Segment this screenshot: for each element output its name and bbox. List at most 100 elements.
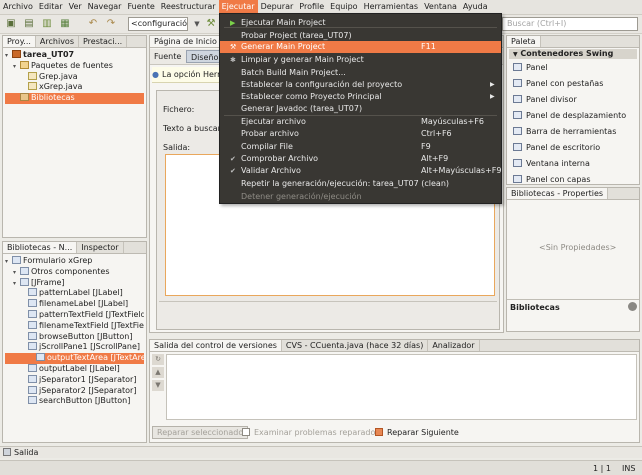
- repair-selected-button[interactable]: Reparar seleccionado: [152, 426, 249, 439]
- design-tab[interactable]: Diseño: [186, 50, 224, 63]
- run-menu-item[interactable]: Repetir la generación/ejecución: tarea_U…: [220, 178, 501, 190]
- palette-item[interactable]: Panel de desplazamiento: [513, 109, 626, 123]
- examine-checkbox[interactable]: Examinar problemas reparados: [242, 428, 380, 437]
- run-menu-item[interactable]: Compilar File F9: [220, 141, 501, 153]
- menu-reestructurar[interactable]: Reestructurar: [158, 0, 219, 14]
- refresh-icon[interactable]: ↻: [152, 354, 164, 365]
- tab-2[interactable]: Analizador: [428, 340, 480, 351]
- combo-arrow-icon[interactable]: ▼: [190, 17, 204, 31]
- tab-1[interactable]: Inspector: [77, 242, 124, 253]
- tab-0[interactable]: Salida del control de versiones: [150, 340, 282, 351]
- run-menu-item[interactable]: Probar archivo Ctrl+F6: [220, 128, 501, 140]
- tab-1[interactable]: Archivos: [36, 36, 79, 47]
- help-icon[interactable]: [628, 302, 637, 311]
- menu-archivo[interactable]: Archivo: [0, 0, 36, 14]
- tree-node[interactable]: patternLabel [JLabel]: [5, 288, 144, 299]
- expand-toggle-icon[interactable]: ▾: [13, 268, 20, 278]
- tree-node[interactable]: jSeparator1 [JSeparator]: [5, 374, 144, 386]
- tree-node[interactable]: filenameLabel [JLabel]: [5, 299, 144, 310]
- tree-node-label: xGrep.java: [39, 82, 83, 92]
- tree-node[interactable]: Grep.java: [5, 71, 144, 83]
- run-menu-item[interactable]: Establecer la configuración del proyecto…: [220, 79, 501, 91]
- menu-profile[interactable]: Profile: [296, 0, 327, 14]
- menu-equipo[interactable]: Equipo: [327, 0, 360, 14]
- tab-2[interactable]: Prestaci...: [79, 36, 128, 47]
- expand-toggle-icon[interactable]: ▾: [5, 51, 12, 61]
- tab-properties[interactable]: Bibliotecas - Properties: [507, 188, 609, 199]
- properties-footer-title: Bibliotecas: [510, 303, 560, 312]
- run-menu-item[interactable]: Generar Javadoc (tarea_UT07): [220, 103, 501, 115]
- tab-1[interactable]: CVS - CCuenta.java (hace 32 días): [282, 340, 429, 351]
- tree-node[interactable]: Bibliotecas: [5, 93, 144, 104]
- tab-0[interactable]: Bibliotecas - N...: [3, 242, 78, 253]
- cursor-position: 1 | 1: [593, 464, 611, 473]
- up-icon[interactable]: ▲: [152, 367, 164, 378]
- menu-herramientas[interactable]: Herramientas: [361, 0, 422, 14]
- palette-item-label: Ventana interna: [526, 159, 590, 168]
- expand-toggle-icon[interactable]: ▾: [5, 257, 12, 267]
- palette-group[interactable]: ▼ Contenedores Swing: [509, 49, 637, 59]
- palette-item[interactable]: Panel con capas: [513, 173, 590, 187]
- repair-next-checkbox[interactable]: Reparar Siguiente: [375, 428, 459, 437]
- configuration-combo[interactable]: <configuració...: [128, 17, 188, 31]
- menu-editar[interactable]: Editar: [36, 0, 66, 14]
- run-menu-item[interactable]: ✔ Comprobar Archivo Alt+F9: [220, 153, 501, 165]
- tab-palette[interactable]: Paleta: [507, 36, 541, 47]
- tree-node[interactable]: ▾ [JFrame]: [5, 277, 144, 289]
- tree-node[interactable]: searchButton [JButton]: [5, 396, 144, 407]
- tree-node[interactable]: filenameTextField [JTextField]: [5, 320, 144, 332]
- run-menu-item[interactable]: ⚒ Generar Main Project F11: [220, 41, 501, 53]
- tree-node[interactable]: patternTextField [JTextField]: [5, 309, 144, 321]
- run-menu-item[interactable]: Batch Build Main Project...: [220, 67, 501, 79]
- tree-node[interactable]: ▾ Paquetes de fuentes: [5, 60, 144, 72]
- tree-node[interactable]: xGrep.java: [5, 82, 144, 93]
- save-all-icon[interactable]: ▦: [58, 17, 72, 31]
- tree-node[interactable]: outputLabel [JLabel]: [5, 363, 144, 375]
- tree-node[interactable]: jScrollPane1 [JScrollPane]: [5, 342, 144, 353]
- tree-node[interactable]: jSeparator2 [JSeparator]: [5, 385, 144, 397]
- tree-node[interactable]: ▾ Formulario xGrep: [5, 256, 144, 267]
- down-icon[interactable]: ▼: [152, 380, 164, 391]
- menu-depurar[interactable]: Depurar: [258, 0, 297, 14]
- run-menu-item[interactable]: Establecer como Proyecto Principal ▶: [220, 91, 501, 103]
- tree-node[interactable]: browseButton [JButton]: [5, 331, 144, 343]
- run-menu-item[interactable]: Ejecutar archivo Mayúsculas+F6: [220, 116, 501, 128]
- open-project-icon[interactable]: ▥: [40, 17, 54, 31]
- tree-node[interactable]: ▾ tarea_UT07: [5, 50, 144, 61]
- menu-ejecutar[interactable]: Ejecutar: [218, 0, 258, 14]
- run-menu-item-label: Generar Javadoc (tarea_UT07): [241, 104, 363, 113]
- run-menu-item[interactable]: ✱ Limpiar y generar Main Project: [220, 54, 501, 66]
- menu-ayuda[interactable]: Ayuda: [460, 0, 491, 14]
- menu-ventana[interactable]: Ventana: [421, 0, 460, 14]
- palette-item[interactable]: Ventana interna: [513, 157, 590, 171]
- expand-toggle-icon[interactable]: ▾: [13, 279, 20, 289]
- menu-ver[interactable]: Ver: [66, 0, 85, 14]
- output-list[interactable]: [166, 354, 637, 420]
- new-project-icon[interactable]: ▣: [4, 17, 18, 31]
- source-tab[interactable]: Fuente: [154, 52, 181, 61]
- new-file-icon[interactable]: ▤: [22, 17, 36, 31]
- palette-item[interactable]: Panel divisor: [513, 93, 577, 107]
- undo-icon[interactable]: ↶: [86, 17, 100, 31]
- output-icon[interactable]: [3, 448, 11, 456]
- tab-0[interactable]: Proy...: [3, 36, 36, 47]
- tree-node[interactable]: outputTextArea [JTextArea]: [5, 353, 144, 364]
- expand-toggle-icon[interactable]: ▾: [13, 62, 20, 72]
- build-icon[interactable]: ⚒: [204, 17, 218, 31]
- output-label[interactable]: Salida: [14, 448, 38, 457]
- menu-fuente[interactable]: Fuente: [124, 0, 157, 14]
- palette-item[interactable]: Barra de herramientas: [513, 125, 616, 139]
- tab-start-page[interactable]: Página de Inicio: [150, 36, 222, 47]
- palette-item-label: Panel con capas: [526, 175, 591, 184]
- redo-icon[interactable]: ↷: [104, 17, 118, 31]
- palette-item[interactable]: Panel: [513, 61, 548, 75]
- repair-next-label: Reparar Siguiente: [387, 428, 459, 437]
- menu-navegar[interactable]: Navegar: [85, 0, 125, 14]
- palette-item[interactable]: Panel con pestañas: [513, 77, 603, 91]
- search-input[interactable]: Buscar (Ctrl+I): [502, 17, 638, 31]
- component-icon: [20, 277, 29, 286]
- run-menu-item[interactable]: Detener generación/ejecución: [220, 191, 501, 203]
- run-menu-item[interactable]: ✔ Validar Archivo Alt+Mayúsculas+F9: [220, 165, 501, 177]
- tree-node[interactable]: ▾ Otros componentes: [5, 266, 144, 278]
- palette-item[interactable]: Panel de escritorio: [513, 141, 600, 155]
